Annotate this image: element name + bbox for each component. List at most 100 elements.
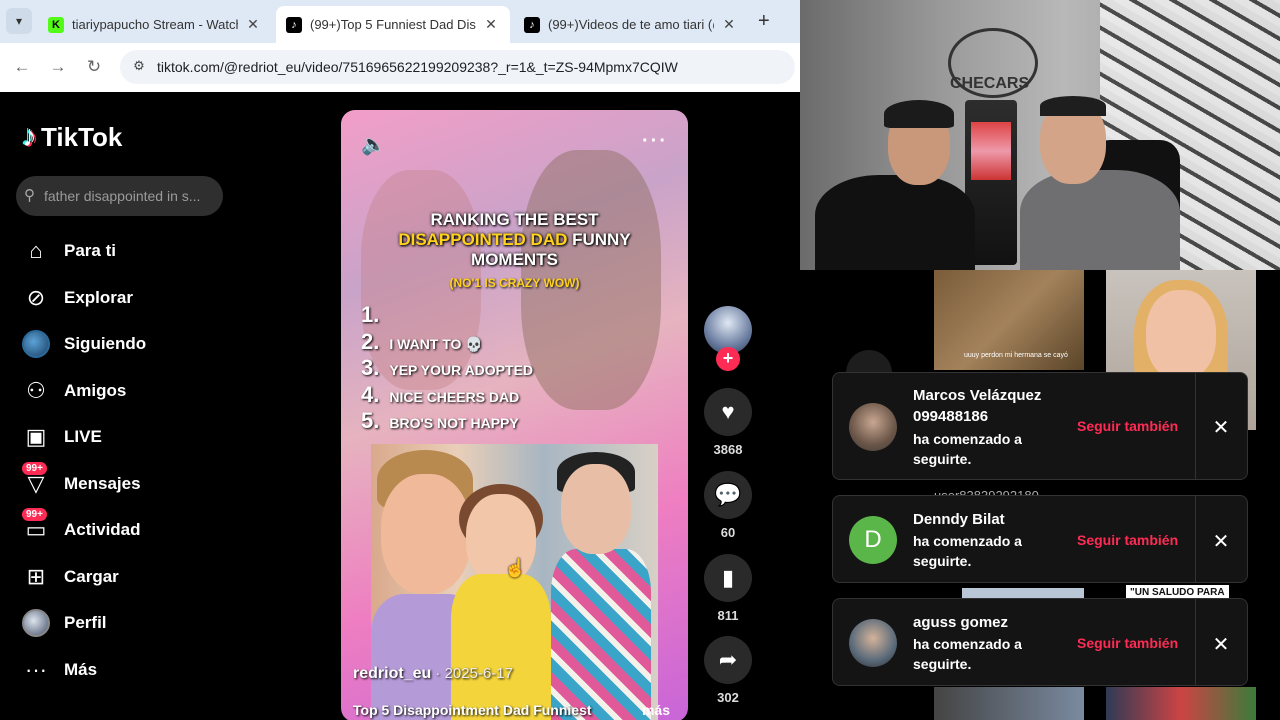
follower-name[interactable]: Marcos Velázquez bbox=[913, 387, 1041, 404]
nav-label: Explorar bbox=[64, 288, 133, 307]
follow-back-button[interactable]: Seguir también bbox=[1077, 532, 1178, 548]
nav-mas[interactable]: ··· Más bbox=[22, 653, 97, 687]
notification-message: ha comenzado a seguirte. bbox=[913, 531, 1022, 571]
nav-siguiendo[interactable]: Siguiendo bbox=[22, 327, 146, 361]
site-info-icon[interactable]: ⚙ bbox=[130, 58, 148, 76]
nav-label: Más bbox=[64, 660, 98, 679]
heart-icon[interactable]: ♥ bbox=[704, 388, 752, 436]
author-name[interactable]: redriot_eu bbox=[353, 665, 431, 682]
message-line: ha comenzado a bbox=[913, 533, 1022, 549]
video-player[interactable]: 🔈 ··· RANKING THE BEST DISAPPOINTED DAD … bbox=[341, 110, 688, 720]
nav-label: Para ti bbox=[64, 241, 116, 260]
avatar[interactable] bbox=[849, 619, 897, 667]
thumbnail-caption: uuuy perdon mi hermana se cayó bbox=[964, 352, 1068, 359]
home-icon: ⌂ bbox=[29, 238, 43, 263]
tab-tiktok-videos[interactable]: ♪ (99+)Videos de te amo tiari (@ ✕ bbox=[514, 6, 746, 43]
hand-cursor-icon: ☝ bbox=[504, 558, 527, 578]
profile-icon bbox=[22, 609, 50, 637]
save-action[interactable]: ▮ 811 bbox=[704, 554, 752, 623]
streamer-1-body bbox=[815, 175, 975, 270]
like-action[interactable]: ♥ 3868 bbox=[704, 388, 752, 457]
tab-title: tiariypapucho Stream - Watch l bbox=[72, 17, 238, 32]
video-author[interactable]: redriot_eu · 2025-6-17 bbox=[353, 665, 513, 683]
close-icon[interactable]: ✕ bbox=[246, 16, 260, 33]
thumbnail-face bbox=[1146, 290, 1216, 380]
video-thumbnail[interactable]: uuuy perdon mi hermana se cayó bbox=[934, 270, 1084, 370]
nav-actividad[interactable]: ▭ 99+ Actividad bbox=[22, 508, 141, 547]
close-icon[interactable]: ✕ bbox=[484, 16, 498, 33]
headline-line: DISAPPOINTED DAD FUNNY bbox=[341, 230, 688, 250]
nav-perfil[interactable]: Perfil bbox=[22, 606, 107, 640]
streamer-2-hair bbox=[1040, 96, 1106, 116]
nav-label: Cargar bbox=[64, 567, 119, 586]
rank-text: I WANT TO 💀 bbox=[389, 336, 483, 352]
nav-live[interactable]: ▣ LIVE bbox=[22, 420, 102, 454]
follower-name[interactable]: Denndy Bilat bbox=[913, 511, 1005, 528]
url-text[interactable]: tiktok.com/@redriot_eu/video/75169656221… bbox=[157, 59, 678, 75]
man-face bbox=[561, 464, 631, 554]
comment-action[interactable]: 💬 60 bbox=[704, 471, 752, 540]
tiktok-note-icon: ♪ bbox=[22, 120, 37, 153]
notification-badge: 99+ bbox=[22, 508, 47, 521]
boy-face bbox=[381, 474, 471, 594]
fridge-products bbox=[971, 122, 1011, 180]
close-icon[interactable]: ✕ bbox=[1209, 632, 1233, 657]
nav-label: Mensajes bbox=[64, 474, 141, 493]
rank-number: 1. bbox=[361, 302, 380, 327]
volume-icon[interactable]: 🔈 bbox=[361, 132, 386, 157]
following-avatar bbox=[22, 330, 50, 358]
video-thumbnail[interactable] bbox=[934, 687, 1084, 720]
follow-back-button[interactable]: Seguir también bbox=[1077, 635, 1178, 651]
tiktok-logo[interactable]: ♪ TikTok bbox=[22, 120, 122, 154]
close-icon[interactable]: ✕ bbox=[1209, 415, 1233, 440]
rank-item: 4. NICE CHEERS DAD bbox=[361, 382, 519, 408]
bookmark-icon[interactable]: ▮ bbox=[704, 554, 752, 602]
nav-label: Siguiendo bbox=[64, 334, 147, 353]
divider bbox=[1195, 373, 1196, 479]
close-icon[interactable]: ✕ bbox=[1209, 529, 1233, 554]
video-subheadline: (NO'1 IS CRAZY WOW) bbox=[449, 276, 580, 290]
nav-amigos[interactable]: ⚇ Amigos bbox=[22, 374, 126, 408]
see-more-button[interactable]: más bbox=[642, 702, 670, 718]
webcam-overlay: CHECARS bbox=[800, 0, 1280, 270]
tab-kick-stream[interactable]: K tiariypapucho Stream - Watch l ✕ bbox=[38, 6, 270, 43]
follow-back-button[interactable]: Seguir también bbox=[1077, 418, 1178, 434]
more-options-icon[interactable]: ··· bbox=[642, 130, 668, 153]
tab-title: (99+)Videos de te amo tiari (@ bbox=[548, 17, 714, 32]
address-bar[interactable]: ⚙ tiktok.com/@redriot_eu/video/751696562… bbox=[120, 50, 795, 84]
follow-button[interactable]: + bbox=[716, 347, 740, 371]
share-action[interactable]: ➦ 302 bbox=[704, 636, 752, 705]
search-icon: ⚲ bbox=[24, 187, 35, 204]
tab-search-button[interactable]: ▾ bbox=[6, 8, 32, 34]
upload-icon: ⊞ bbox=[26, 564, 46, 589]
nav-explorar[interactable]: ⊘ Explorar bbox=[22, 281, 133, 315]
nav-label: LIVE bbox=[64, 427, 102, 446]
rank-text: YEP YOUR ADOPTED bbox=[389, 362, 534, 378]
rank-number: 4. bbox=[361, 382, 380, 407]
follower-name[interactable]: aguss gomez bbox=[913, 614, 1008, 631]
new-tab-button[interactable]: + bbox=[758, 10, 770, 33]
rank-text: NICE CHEERS DAD bbox=[389, 389, 520, 405]
forward-button[interactable]: → bbox=[46, 55, 70, 79]
nav-cargar[interactable]: ⊞ Cargar bbox=[22, 560, 119, 594]
close-icon[interactable]: ✕ bbox=[722, 16, 736, 33]
nav-label: Actividad bbox=[64, 520, 141, 539]
message-line: ha comenzado a bbox=[913, 636, 1022, 652]
avatar[interactable] bbox=[849, 403, 897, 451]
reload-button[interactable]: ↻ bbox=[82, 55, 106, 79]
back-button[interactable]: ← bbox=[10, 55, 34, 79]
nav-para-ti[interactable]: ⌂ Para ti bbox=[22, 234, 116, 268]
divider bbox=[1195, 496, 1196, 582]
search-input[interactable]: ⚲ father disappointed in s... bbox=[16, 176, 223, 216]
nav-mensajes[interactable]: ▽ 99+ Mensajes bbox=[22, 462, 141, 501]
notification-message: ha comenzado a seguirte. bbox=[913, 429, 1022, 469]
video-thumbnail[interactable] bbox=[1106, 687, 1256, 720]
follower-name-line2[interactable]: 099488186 bbox=[913, 408, 988, 425]
video-caption: Top 5 Disappointment Dad Funniest bbox=[353, 702, 592, 718]
share-icon[interactable]: ➦ bbox=[704, 636, 752, 684]
follow-notification: Marcos Velázquez 099488186 ha comenzado … bbox=[832, 372, 1248, 480]
comment-icon[interactable]: 💬 bbox=[704, 471, 752, 519]
headline-rest: FUNNY bbox=[567, 230, 631, 249]
tab-tiktok-video[interactable]: ♪ (99+)Top 5 Funniest Dad Disap ✕ bbox=[276, 6, 510, 43]
avatar[interactable]: D bbox=[849, 516, 897, 564]
